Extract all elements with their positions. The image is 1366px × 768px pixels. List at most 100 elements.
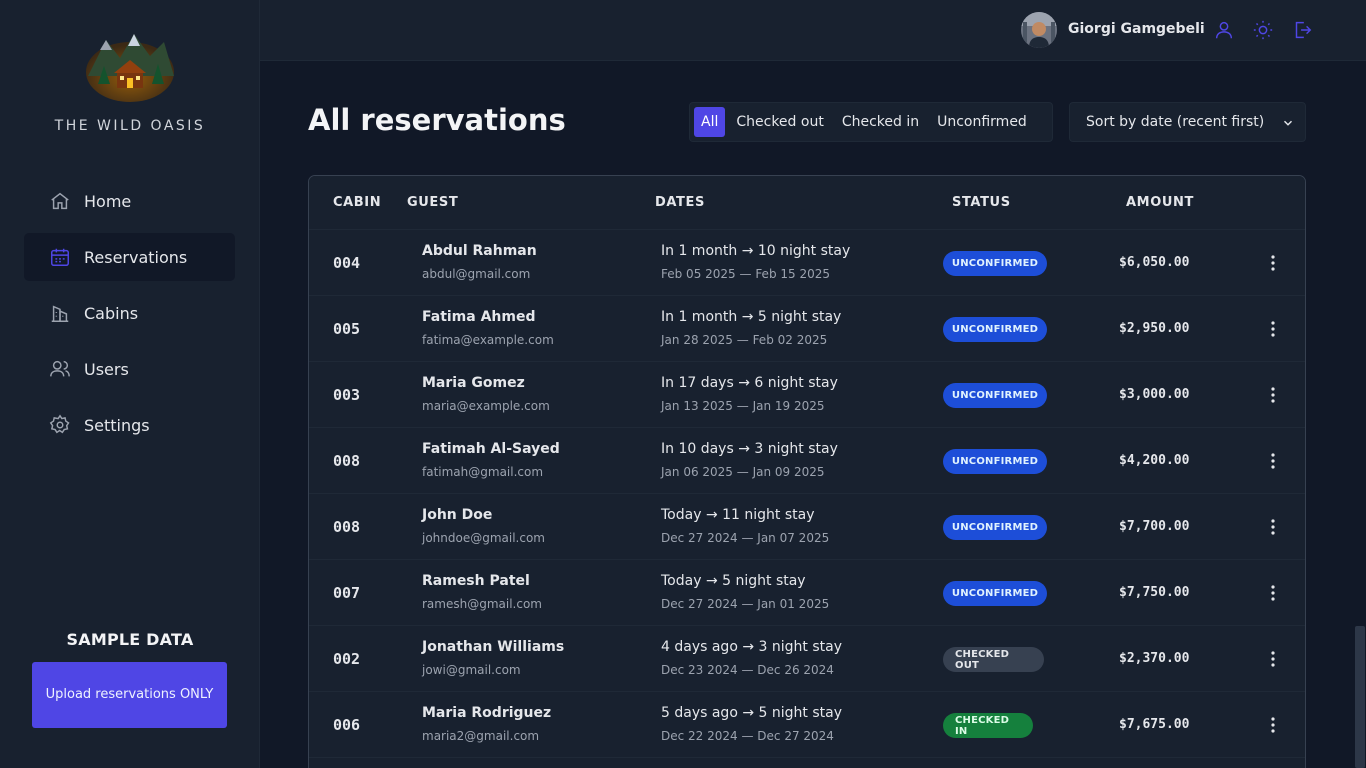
- dark-mode-toggle[interactable]: [1252, 19, 1274, 41]
- sort-select[interactable]: Sort by date (recent first): [1069, 102, 1306, 142]
- table-row[interactable]: 008 Fatimah Al-Sayed fatimah@gmail.com I…: [309, 428, 1305, 494]
- home-icon: [48, 189, 72, 213]
- column-header-amount: AMOUNT: [1126, 195, 1194, 210]
- row-menu-button[interactable]: [1263, 450, 1283, 472]
- filter-checked-in[interactable]: Checked in: [835, 107, 926, 137]
- filter-checked-out[interactable]: Checked out: [729, 107, 830, 137]
- amount: $7,675.00: [1119, 717, 1190, 732]
- sidebar-item-label: Settings: [84, 415, 150, 435]
- account-button[interactable]: [1213, 19, 1235, 41]
- status-badge: UNCONFIRMED: [943, 317, 1047, 342]
- sidebar-item-users[interactable]: Users: [24, 345, 235, 393]
- table-row[interactable]: 008 John Doe johndoe@gmail.com Today → 1…: [309, 494, 1305, 560]
- row-menu-button[interactable]: [1263, 648, 1283, 670]
- filter-all[interactable]: All: [694, 107, 726, 137]
- sidebar-item-label: Home: [84, 191, 132, 211]
- row-menu-button[interactable]: [1263, 714, 1283, 736]
- sample-data-title: SAMPLE DATA: [66, 630, 194, 649]
- cabin-number: 008: [333, 518, 361, 536]
- guest-name: Maria Rodriguez: [422, 705, 552, 721]
- table-header: CABIN GUEST DATES STATUS AMOUNT: [309, 176, 1305, 230]
- row-menu-button[interactable]: [1263, 384, 1283, 406]
- table-row[interactable]: 004 Abdul Rahman abdul@gmail.com In 1 mo…: [309, 230, 1305, 296]
- amount: $2,950.00: [1119, 321, 1190, 336]
- stay-dates: Dec 23 2024 — Dec 26 2024: [661, 663, 834, 677]
- page-title: All reservations: [308, 103, 566, 137]
- amount: $7,750.00: [1119, 585, 1190, 600]
- stay-dates: Feb 05 2025 — Feb 15 2025: [661, 267, 830, 281]
- sort-select-value: Sort by date (recent first): [1086, 114, 1265, 130]
- chevron-down-icon: [1281, 116, 1295, 134]
- amount: $6,050.00: [1119, 255, 1190, 270]
- users-icon: [48, 357, 72, 381]
- guest-name: Ramesh Patel: [422, 573, 530, 589]
- more-vertical-icon: [1271, 519, 1275, 535]
- guest-name: Fatimah Al-Sayed: [422, 441, 560, 457]
- user-icon: [1213, 21, 1235, 45]
- sidebar-item-settings[interactable]: Settings: [24, 401, 235, 449]
- status-badge: CHECKED IN: [943, 713, 1033, 738]
- row-menu-button[interactable]: [1263, 516, 1283, 538]
- filter-unconfirmed[interactable]: Unconfirmed: [930, 107, 1034, 137]
- table-row[interactable]: 005 Fatima Ahmed fatima@example.com In 1…: [309, 296, 1305, 362]
- main-nav: Home Reservations Cabins Users Settings: [24, 177, 235, 457]
- status-badge: CHECKED OUT: [943, 647, 1044, 672]
- stay-dates: Dec 22 2024 — Dec 27 2024: [661, 729, 834, 743]
- amount: $2,370.00: [1119, 651, 1190, 666]
- table-row[interactable]: 007 Ramesh Patel ramesh@gmail.com Today …: [309, 560, 1305, 626]
- cabin-number: 007: [333, 584, 361, 602]
- table-row[interactable]: 002 Jonathan Williams jowi@gmail.com 4 d…: [309, 626, 1305, 692]
- column-header-guest: GUEST: [407, 195, 459, 210]
- logout-icon: [1291, 21, 1313, 45]
- cabin-number: 005: [333, 320, 361, 338]
- more-vertical-icon: [1271, 717, 1275, 733]
- cabin-number: 008: [333, 452, 361, 470]
- table-body: 004 Abdul Rahman abdul@gmail.com In 1 mo…: [309, 230, 1305, 758]
- row-menu-button[interactable]: [1263, 582, 1283, 604]
- stay-dates: Jan 28 2025 — Feb 02 2025: [661, 333, 828, 347]
- more-vertical-icon: [1271, 387, 1275, 403]
- cabin-number: 002: [333, 650, 361, 668]
- logo: THE WILD OASIS: [0, 28, 260, 134]
- sidebar-item-label: Cabins: [84, 303, 139, 323]
- column-header-dates: DATES: [655, 195, 705, 210]
- sidebar-item-home[interactable]: Home: [24, 177, 235, 225]
- stay-summary: In 1 month → 10 night stay: [661, 243, 851, 259]
- stay-dates: Dec 27 2024 — Jan 07 2025: [661, 531, 830, 545]
- table-row[interactable]: 006 Maria Rodriguez maria2@gmail.com 5 d…: [309, 692, 1305, 758]
- status-badge: UNCONFIRMED: [943, 581, 1047, 606]
- guest-email: maria@example.com: [422, 399, 550, 413]
- stay-dates: Dec 27 2024 — Jan 01 2025: [661, 597, 830, 611]
- row-menu-button[interactable]: [1263, 252, 1283, 274]
- guest-name: Jonathan Williams: [422, 639, 565, 655]
- column-header-status: STATUS: [952, 195, 1011, 210]
- row-menu-button[interactable]: [1263, 318, 1283, 340]
- sidebar-item-label: Users: [84, 359, 129, 379]
- guest-email: maria2@gmail.com: [422, 729, 540, 743]
- guest-name: Fatima Ahmed: [422, 309, 536, 325]
- guest-email: fatima@example.com: [422, 333, 554, 347]
- more-vertical-icon: [1271, 453, 1275, 469]
- stay-summary: In 1 month → 5 night stay: [661, 309, 842, 325]
- guest-email: fatimah@gmail.com: [422, 465, 544, 479]
- guest-email: johndoe@gmail.com: [422, 531, 545, 545]
- sidebar-item-reservations[interactable]: Reservations: [24, 233, 235, 281]
- stay-summary: In 17 days → 6 night stay: [661, 375, 838, 391]
- column-header-cabin: CABIN: [333, 195, 382, 210]
- status-badge: UNCONFIRMED: [943, 383, 1047, 408]
- table-row[interactable]: 003 Maria Gomez maria@example.com In 17 …: [309, 362, 1305, 428]
- logout-button[interactable]: [1291, 19, 1313, 41]
- sidebar: THE WILD OASIS Home Reservations Cabins …: [0, 0, 260, 768]
- more-vertical-icon: [1271, 585, 1275, 601]
- guest-email: ramesh@gmail.com: [422, 597, 542, 611]
- stay-summary: In 10 days → 3 night stay: [661, 441, 838, 457]
- status-badge: UNCONFIRMED: [943, 449, 1047, 474]
- upload-reservations-button[interactable]: Upload reservations ONLY: [32, 662, 227, 728]
- cabin-number: 006: [333, 716, 361, 734]
- building-icon: [48, 301, 72, 325]
- more-vertical-icon: [1271, 255, 1275, 271]
- stay-summary: 5 days ago → 5 night stay: [661, 705, 842, 721]
- sidebar-item-cabins[interactable]: Cabins: [24, 289, 235, 337]
- scrollbar-thumb[interactable]: [1355, 626, 1365, 768]
- guest-name: John Doe: [422, 507, 493, 523]
